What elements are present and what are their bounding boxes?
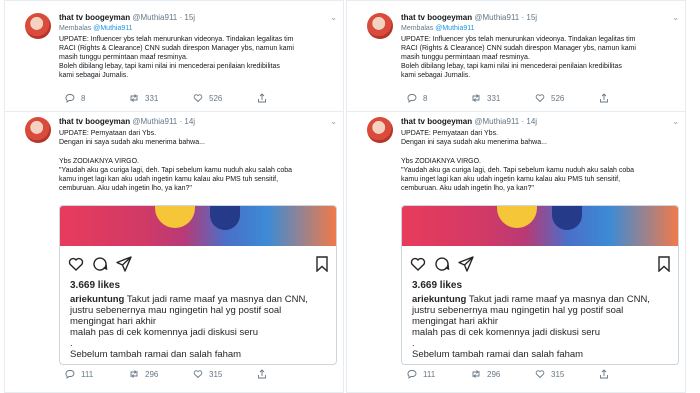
replying-to-link[interactable]: @Muthia911 [435, 25, 474, 32]
reply-button[interactable]: 8 [407, 93, 427, 103]
tweet-update-2[interactable]: that tv boogeyman @Muthia911 · 14j ⌄ UPD… [5, 113, 343, 392]
instagram-screenshot[interactable]: 3.669 likes ariekuntung Takut jadi rame … [401, 205, 679, 365]
bookmark-icon[interactable] [314, 256, 330, 272]
avatar[interactable] [367, 117, 393, 143]
tweet-actions: 111 296 315 [59, 369, 329, 381]
bookmark-icon[interactable] [656, 256, 672, 272]
heart-icon [193, 370, 203, 379]
display-name[interactable]: that tv boogeyman [401, 13, 472, 22]
user-handle[interactable]: @Muthia911 [132, 117, 177, 126]
tweet-header: that tv boogeyman @Muthia911 · 14j [401, 117, 537, 126]
reply-icon [65, 94, 75, 103]
chevron-down-icon[interactable]: ⌄ [330, 117, 337, 126]
user-handle[interactable]: @Muthia911 [474, 117, 519, 126]
chevron-down-icon[interactable]: ⌄ [330, 13, 337, 22]
tweet-header: that tv boogeyman @Muthia911 · 14j [59, 117, 195, 126]
chevron-down-icon[interactable]: ⌄ [672, 117, 679, 126]
comment-icon[interactable] [92, 256, 108, 272]
send-icon[interactable] [458, 256, 474, 272]
display-name[interactable]: that tv boogeyman [401, 117, 472, 126]
like-button[interactable]: 315 [535, 369, 564, 379]
heart-icon[interactable] [410, 256, 426, 272]
reply-button[interactable]: 8 [65, 93, 85, 103]
share-icon [600, 93, 608, 103]
chevron-down-icon[interactable]: ⌄ [672, 13, 679, 22]
right-panel: that tv boogeyman @Muthia911 · 15j ⌄ Mem… [346, 0, 686, 393]
tweet-text-quote: Ybs ZODIAKNYA VIRGO. "Yaudah aku ga curi… [59, 158, 292, 192]
reply-icon [407, 94, 417, 103]
replying-to: Membalas @Muthia911 [401, 25, 475, 32]
like-button[interactable]: 526 [193, 93, 222, 103]
tweet-actions: 8 331 526 [59, 93, 329, 105]
like-button[interactable]: 315 [193, 369, 222, 379]
instagram-screenshot[interactable]: 3.669 likes ariekuntung Takut jadi rame … [59, 205, 337, 365]
tweet-time[interactable]: · 14j [179, 117, 195, 126]
share-button[interactable] [599, 369, 609, 379]
display-name[interactable]: that tv boogeyman [59, 13, 130, 22]
replying-to: Membalas @Muthia911 [59, 25, 133, 32]
tweet-actions: 8 331 526 [401, 93, 671, 105]
replying-to-link[interactable]: @Muthia911 [93, 25, 132, 32]
retweet-icon [130, 94, 138, 102]
avatar[interactable] [367, 13, 393, 39]
tweet-update-1[interactable]: that tv boogeyman @Muthia911 · 15j ⌄ Mem… [5, 9, 343, 111]
left-panel: that tv boogeyman @Muthia911 · 15j ⌄ Mem… [4, 0, 344, 393]
tweet-text-quote: Ybs ZODIAKNYA VIRGO. "Yaudah aku ga curi… [401, 158, 634, 192]
retweet-icon [130, 370, 138, 378]
divider [5, 111, 343, 112]
user-handle[interactable]: @Muthia911 [132, 13, 177, 22]
share-icon [600, 369, 608, 379]
tweet-actions: 111 296 315 [401, 369, 671, 381]
retweet-button[interactable]: 296 [471, 369, 500, 379]
heart-icon[interactable] [68, 256, 84, 272]
share-icon [258, 93, 266, 103]
retweet-button[interactable]: 296 [129, 369, 158, 379]
divider [347, 111, 685, 112]
share-icon [258, 369, 266, 379]
post-image [60, 206, 336, 246]
comment-icon[interactable] [434, 256, 450, 272]
tweet-time[interactable]: · 15j [179, 13, 195, 22]
tweet-text: UPDATE: Influencer ybs telah menurunkan … [401, 36, 636, 79]
ig-likes-count: 3.669 likes [70, 280, 121, 291]
ig-caption: ariekuntung Takut jadi rame maaf ya masn… [70, 294, 308, 360]
like-button[interactable]: 526 [535, 93, 564, 103]
avatar[interactable] [25, 117, 51, 143]
post-image [402, 206, 678, 246]
heart-icon [535, 94, 545, 103]
tweet-text: UPDATE: Pernyataan dari Ybs. Dengan ini … [59, 130, 205, 146]
heart-icon [193, 94, 203, 103]
avatar[interactable] [25, 13, 51, 39]
ig-action-bar [410, 256, 672, 274]
share-button[interactable] [599, 93, 609, 103]
ig-username[interactable]: ariekuntung [70, 294, 124, 305]
tweet-text: UPDATE: Pernyataan dari Ybs. Dengan ini … [401, 130, 547, 146]
tweet-update-1[interactable]: that tv boogeyman @Muthia911 · 15j ⌄ Mem… [347, 9, 685, 111]
tweet-header: that tv boogeyman @Muthia911 · 15j [59, 13, 195, 22]
tweet-text: UPDATE: Influencer ybs telah menurunkan … [59, 36, 294, 79]
ig-caption: ariekuntung Takut jadi rame maaf ya masn… [412, 294, 650, 360]
send-icon[interactable] [116, 256, 132, 272]
ig-action-bar [68, 256, 330, 274]
user-handle[interactable]: @Muthia911 [474, 13, 519, 22]
tweet-header: that tv boogeyman @Muthia911 · 15j [401, 13, 537, 22]
heart-icon [535, 370, 545, 379]
ig-likes-count: 3.669 likes [412, 280, 463, 291]
retweet-icon [472, 370, 480, 378]
retweet-button[interactable]: 331 [471, 93, 500, 103]
reply-button[interactable]: 111 [407, 369, 435, 379]
share-button[interactable] [257, 93, 267, 103]
reply-icon [65, 370, 75, 379]
tweet-update-2[interactable]: that tv boogeyman @Muthia911 · 14j ⌄ UPD… [347, 113, 685, 392]
tweet-time[interactable]: · 14j [521, 117, 537, 126]
display-name[interactable]: that tv boogeyman [59, 117, 130, 126]
retweet-icon [472, 94, 480, 102]
share-button[interactable] [257, 369, 267, 379]
reply-button[interactable]: 111 [65, 369, 93, 379]
retweet-button[interactable]: 331 [129, 93, 158, 103]
tweet-time[interactable]: · 15j [521, 13, 537, 22]
ig-username[interactable]: ariekuntung [412, 294, 466, 305]
reply-icon [407, 370, 417, 379]
